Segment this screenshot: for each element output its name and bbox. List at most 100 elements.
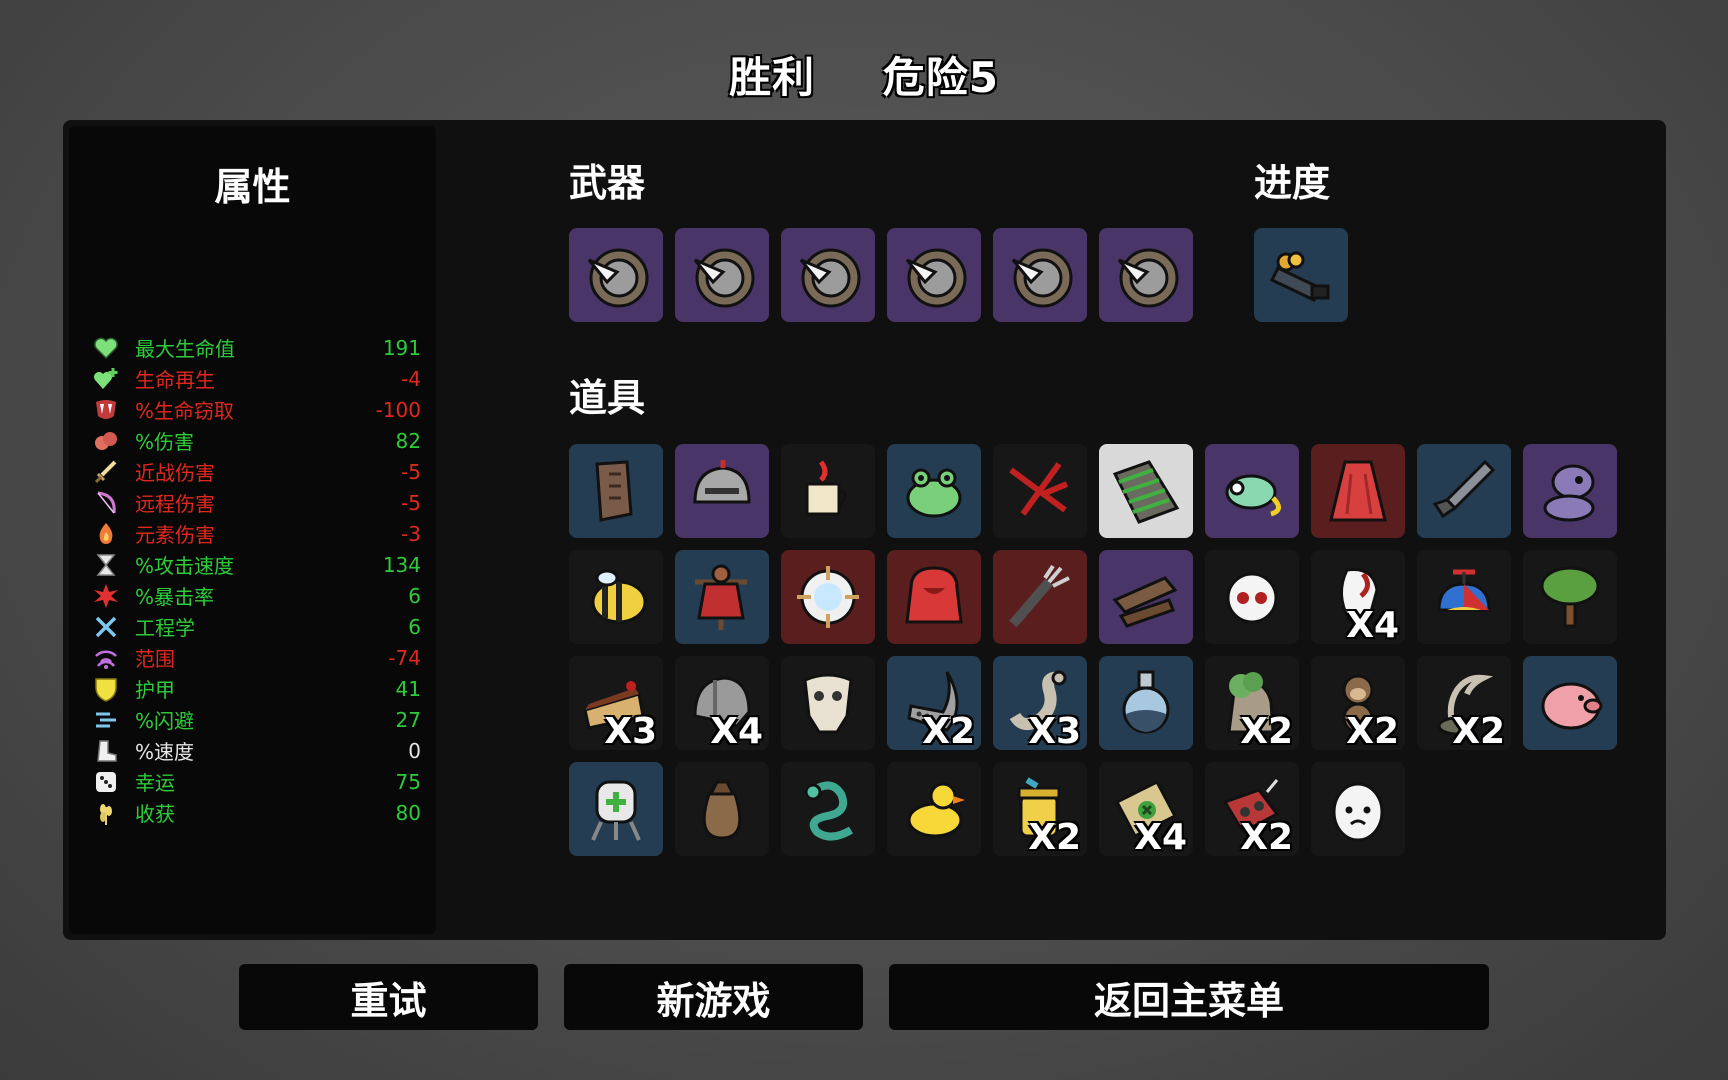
item-slot[interactable] [675, 444, 769, 538]
red-scar-icon [1003, 454, 1077, 528]
stat-value: -5 [401, 490, 421, 515]
item-slot[interactable] [1523, 656, 1617, 750]
item-slot[interactable] [1099, 550, 1193, 644]
heart-icon [91, 334, 121, 362]
stat-row: 生命再生 -4 [91, 363, 421, 394]
retry-button[interactable]: 重试 [239, 964, 538, 1030]
propeller-hat-icon [1427, 560, 1501, 634]
stat-row: %生命窃取 -100 [91, 394, 421, 425]
weapon-slot[interactable] [569, 228, 663, 322]
item-slot[interactable]: X4 [1311, 550, 1405, 646]
stat-value: -4 [401, 366, 421, 391]
danger-level-label: 危险5 [882, 53, 999, 102]
ghost-mask-icon [1215, 560, 1289, 634]
snowball-icon [791, 560, 865, 634]
stat-name: 最大生命值 [135, 337, 235, 361]
item-slot[interactable]: X2 [1417, 656, 1511, 752]
item-slot[interactable]: X2 [1311, 656, 1405, 752]
medic-pack-icon [579, 772, 653, 846]
stat-value: 82 [395, 428, 421, 453]
bow-icon [91, 489, 121, 517]
bone-skull-icon [791, 666, 865, 740]
item-slot[interactable] [781, 762, 875, 856]
item-slot[interactable] [1205, 444, 1299, 538]
item-slot[interactable] [1311, 762, 1405, 856]
weapon-slot[interactable] [887, 228, 981, 322]
stat-value: 41 [395, 676, 421, 701]
chameleon-icon [1215, 454, 1289, 528]
item-slot[interactable] [1523, 444, 1617, 538]
item-slot[interactable] [569, 444, 663, 538]
new-game-button[interactable]: 新游戏 [564, 964, 863, 1030]
item-slot[interactable] [1417, 444, 1511, 538]
item-slot[interactable] [781, 444, 875, 538]
weapon-slot[interactable] [781, 228, 875, 322]
stat-row: 收获 80 [91, 797, 421, 828]
stat-value: 80 [395, 800, 421, 825]
stat-row: %伤害 82 [91, 425, 421, 456]
item-slot[interactable] [1099, 444, 1193, 538]
item-count-badge: X2 [1452, 711, 1505, 752]
stat-name: %伤害 [135, 430, 195, 454]
wood-planks-icon [1109, 560, 1183, 634]
item-count-badge: X3 [604, 711, 657, 752]
stat-value: 6 [408, 614, 421, 639]
item-slot[interactable] [675, 550, 769, 644]
stat-name: 远程伤害 [135, 492, 215, 516]
frog-icon [897, 454, 971, 528]
weapon-slot[interactable] [1099, 228, 1193, 322]
stat-row: 元素伤害 -3 [91, 518, 421, 549]
item-slot[interactable] [1523, 550, 1617, 644]
stat-value: 6 [408, 583, 421, 608]
sword-icon [91, 458, 121, 486]
stat-name: %攻击速度 [135, 554, 235, 578]
item-slot[interactable]: X3 [993, 656, 1087, 752]
item-slot[interactable]: X4 [1099, 762, 1193, 858]
item-slot[interactable] [569, 762, 663, 856]
item-slot[interactable] [887, 444, 981, 538]
item-slot[interactable] [887, 762, 981, 856]
item-slot[interactable] [1311, 444, 1405, 538]
item-count-badge: X4 [1134, 817, 1187, 858]
item-slot[interactable] [675, 762, 769, 856]
item-slot[interactable] [781, 550, 875, 644]
item-slot[interactable] [781, 656, 875, 750]
item-slot[interactable] [1417, 550, 1511, 644]
stat-name: 工程学 [135, 616, 195, 640]
stat-name: %生命窃取 [135, 399, 235, 423]
item-slot[interactable] [993, 550, 1087, 644]
stat-value: -74 [388, 645, 421, 670]
item-slot[interactable] [993, 444, 1087, 538]
leather-vest-icon [579, 454, 653, 528]
loot-bag-icon [685, 772, 759, 846]
mossy-bark-icon [1109, 454, 1183, 528]
stat-row: 远程伤害 -5 [91, 487, 421, 518]
stat-row: 最大生命值 191 [91, 332, 421, 363]
rubber-duck-icon [897, 772, 971, 846]
main-menu-button[interactable]: 返回主菜单 [889, 964, 1489, 1030]
item-count-badge: X2 [1240, 711, 1293, 752]
weapon-slot[interactable] [675, 228, 769, 322]
item-slot[interactable] [887, 550, 981, 644]
dodge-icon [91, 706, 121, 734]
item-slot[interactable]: X2 [1205, 762, 1299, 858]
item-slot[interactable] [1205, 550, 1299, 644]
item-slot[interactable]: X4 [675, 656, 769, 752]
item-slot[interactable] [569, 550, 663, 644]
item-slot[interactable]: X2 [887, 656, 981, 752]
crit-burst-icon [91, 582, 121, 610]
item-slot[interactable]: X2 [993, 762, 1087, 858]
egg-face-icon [1321, 772, 1395, 846]
item-count-badge: X2 [1240, 817, 1293, 858]
weapon-slot[interactable] [993, 228, 1087, 322]
gold-cart-icon [1264, 238, 1338, 312]
fangs-icon [91, 396, 121, 424]
stat-name: 护甲 [135, 678, 175, 702]
range-icon [91, 644, 121, 672]
spiked-shield-icon [791, 238, 865, 312]
item-slot[interactable]: X2 [1205, 656, 1299, 752]
item-slot[interactable] [1099, 656, 1193, 750]
wheat-icon [91, 799, 121, 827]
item-slot[interactable]: X3 [569, 656, 663, 752]
progress-slot[interactable] [1254, 228, 1348, 322]
